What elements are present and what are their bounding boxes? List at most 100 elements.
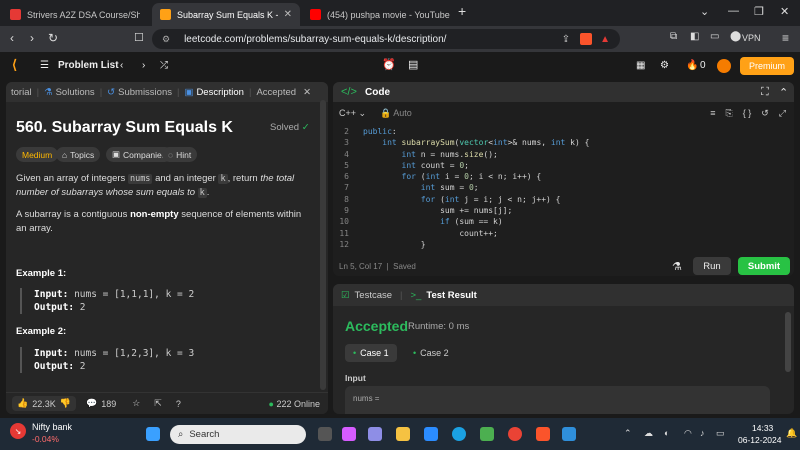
code-line[interactable]: 5 int count = 0; — [333, 160, 794, 171]
random-problem-icon[interactable]: ⤮ — [160, 60, 168, 71]
submit-button[interactable]: Submit — [738, 257, 790, 275]
result-scrollbar[interactable] — [785, 312, 791, 372]
volume-icon[interactable]: ♪ — [700, 428, 705, 438]
like-button[interactable]: 👍 22.3K 👎 — [12, 396, 76, 411]
windows-start-icon[interactable] — [146, 427, 160, 441]
tab-testcase[interactable]: Testcase — [355, 290, 393, 301]
collapse-panel-icon[interactable]: ⌃ — [779, 86, 788, 99]
code-line[interactable]: 11 count++; — [333, 228, 794, 239]
wallet-icon[interactable]: ▭ — [710, 31, 719, 42]
tab-editorial[interactable]: torial — [6, 87, 37, 98]
app-icon[interactable] — [368, 427, 382, 441]
battery-icon[interactable]: ▭ — [716, 428, 725, 439]
language-select[interactable]: C++ ⌄ — [339, 108, 366, 119]
close-window-icon[interactable]: ✕ — [780, 5, 789, 18]
show-hidden-icons-icon[interactable]: ⌃ — [624, 428, 632, 439]
minimize-icon[interactable]: — — [728, 5, 739, 17]
brave-shields-icon[interactable] — [580, 33, 593, 45]
cloud-icon[interactable]: ☁ — [644, 428, 653, 439]
browser-tab-strivers[interactable]: Strivers A2Z DSA Course/Sheet - Cra — [2, 3, 148, 26]
next-problem-icon[interactable]: › — [142, 60, 145, 71]
vpn-label[interactable]: VPN — [742, 33, 761, 43]
task-view-icon[interactable] — [318, 427, 332, 441]
code-lines[interactable]: 2 public: 3 int subarraySum(vector<int>& n… — [333, 126, 794, 250]
tab-accepted[interactable]: Accepted ✕ — [251, 87, 316, 98]
debug-icon[interactable]: ⚗ — [672, 260, 682, 273]
code-line[interactable]: 2 public: — [333, 126, 794, 137]
vpn-icon[interactable]: ⬤ — [730, 31, 741, 42]
store-icon[interactable] — [424, 427, 438, 441]
brave-icon[interactable] — [536, 427, 550, 441]
extensions-icon[interactable]: ⧉ — [670, 31, 677, 42]
reset-icon[interactable]: ↺ — [761, 108, 769, 119]
stock-name[interactable]: Nifty bank — [32, 422, 72, 432]
forward-icon[interactable]: › — [30, 31, 34, 45]
premium-button[interactable]: Premium — [740, 57, 794, 75]
topics-chip[interactable]: ⌂ Topics — [56, 147, 101, 162]
taskbar-search[interactable]: ⌕ Search — [170, 425, 306, 444]
bookmark-icon[interactable]: ☐ — [134, 31, 144, 44]
code-line[interactable]: 8 for (int j = i; j < n; j++) { — [333, 194, 794, 205]
problem-list-icon[interactable]: ☰ — [40, 60, 49, 71]
code-line[interactable]: 3 int subarraySum(vector<int>& nums, int… — [333, 137, 794, 148]
maximize-icon[interactable]: ❐ — [754, 5, 764, 18]
leetcode-logo-icon[interactable]: ⟨ — [12, 57, 17, 73]
hint-chip[interactable]: ◌ Hint — [162, 147, 198, 162]
description-scrollbar[interactable] — [320, 100, 326, 390]
menu-icon[interactable]: ≡ — [782, 31, 789, 45]
site-info-icon[interactable]: ⚙ — [162, 34, 170, 45]
tab-solutions[interactable]: ⚗ Solutions — [39, 87, 100, 98]
browser-tab-youtube[interactable]: (454) pushpa movie - YouTube — [302, 3, 450, 26]
settings-icon[interactable]: ⚙ — [660, 60, 669, 71]
brave-rewards-icon[interactable]: ▲ — [600, 34, 610, 45]
prev-problem-icon[interactable]: ‹ — [120, 60, 123, 71]
star-icon[interactable]: ☆ — [132, 398, 140, 409]
comment-icon[interactable]: 💬 — [86, 398, 97, 409]
case-2-tab[interactable]: • Case 2 — [405, 344, 457, 362]
notification-icon[interactable]: 🔔 — [786, 428, 797, 439]
problem-list-link[interactable]: Problem List — [58, 60, 119, 71]
case-1-tab[interactable]: • Case 1 — [345, 344, 397, 362]
code-line[interactable]: 6 for (int i = 0; i < n; i++) { — [333, 171, 794, 182]
thumbs-down-icon[interactable]: 👎 — [60, 398, 71, 409]
close-tab-icon[interactable]: ✕ — [303, 87, 311, 98]
edge-icon[interactable] — [452, 427, 466, 441]
maximize-panel-icon[interactable]: ⛶ — [761, 86, 769, 99]
avatar[interactable] — [717, 59, 731, 73]
code-line[interactable]: 10 if (sum == k) — [333, 216, 794, 227]
file-explorer-icon[interactable] — [396, 427, 410, 441]
clock-time[interactable]: 14:33 — [752, 423, 773, 433]
help-icon[interactable]: ? — [176, 399, 181, 409]
code-line[interactable]: 4 int n = nums.size(); — [333, 149, 794, 160]
tab-search-icon[interactable]: ⌄ — [700, 5, 709, 18]
new-tab-icon[interactable]: + — [458, 3, 466, 19]
auto-mode-toggle[interactable]: 🔒 Auto — [380, 108, 412, 119]
code-line[interactable]: 9 sum += nums[j]; — [333, 205, 794, 216]
vscode-icon[interactable] — [562, 427, 576, 441]
tab-submissions[interactable]: ↺ Submissions — [102, 87, 177, 98]
app-tray-icon[interactable]: ◐ — [664, 428, 669, 438]
tab-test-result[interactable]: Test Result — [426, 290, 477, 301]
share-icon[interactable]: ⇪ — [562, 34, 570, 45]
stock-widget-icon[interactable]: ↘ — [10, 423, 26, 439]
timer-icon[interactable]: ⏰ — [382, 58, 396, 71]
browser-tab-leetcode[interactable]: Subarray Sum Equals K - LeetCo ✕ — [152, 3, 300, 26]
reload-icon[interactable]: ↻ — [48, 31, 58, 45]
share-icon[interactable]: ⇱ — [154, 398, 162, 409]
bookmark-icon[interactable]: ⎘ — [726, 108, 733, 119]
drive-icon[interactable] — [480, 427, 494, 441]
chrome-icon[interactable] — [508, 427, 522, 441]
url-field[interactable]: ⚙ leetcode.com/problems/subarray-sum-equ… — [152, 29, 620, 49]
code-line[interactable]: 7 int sum = 0; — [333, 182, 794, 193]
fullscreen-icon[interactable]: ⤢ — [779, 108, 786, 119]
format-icon[interactable]: ≡ — [710, 108, 715, 118]
back-icon[interactable]: ‹ — [10, 31, 14, 45]
sidebar-icon[interactable]: ◧ — [690, 31, 699, 42]
layout-icon[interactable]: ▦ — [636, 60, 645, 71]
braces-icon[interactable]: { } — [743, 108, 752, 118]
wifi-icon[interactable]: ◠ — [684, 428, 692, 439]
clock-date[interactable]: 06-12-2024 — [738, 435, 781, 445]
close-tab-icon[interactable]: ✕ — [284, 9, 292, 20]
notes-icon[interactable]: ▤ — [408, 58, 418, 71]
code-line[interactable]: 12 } — [333, 239, 794, 250]
